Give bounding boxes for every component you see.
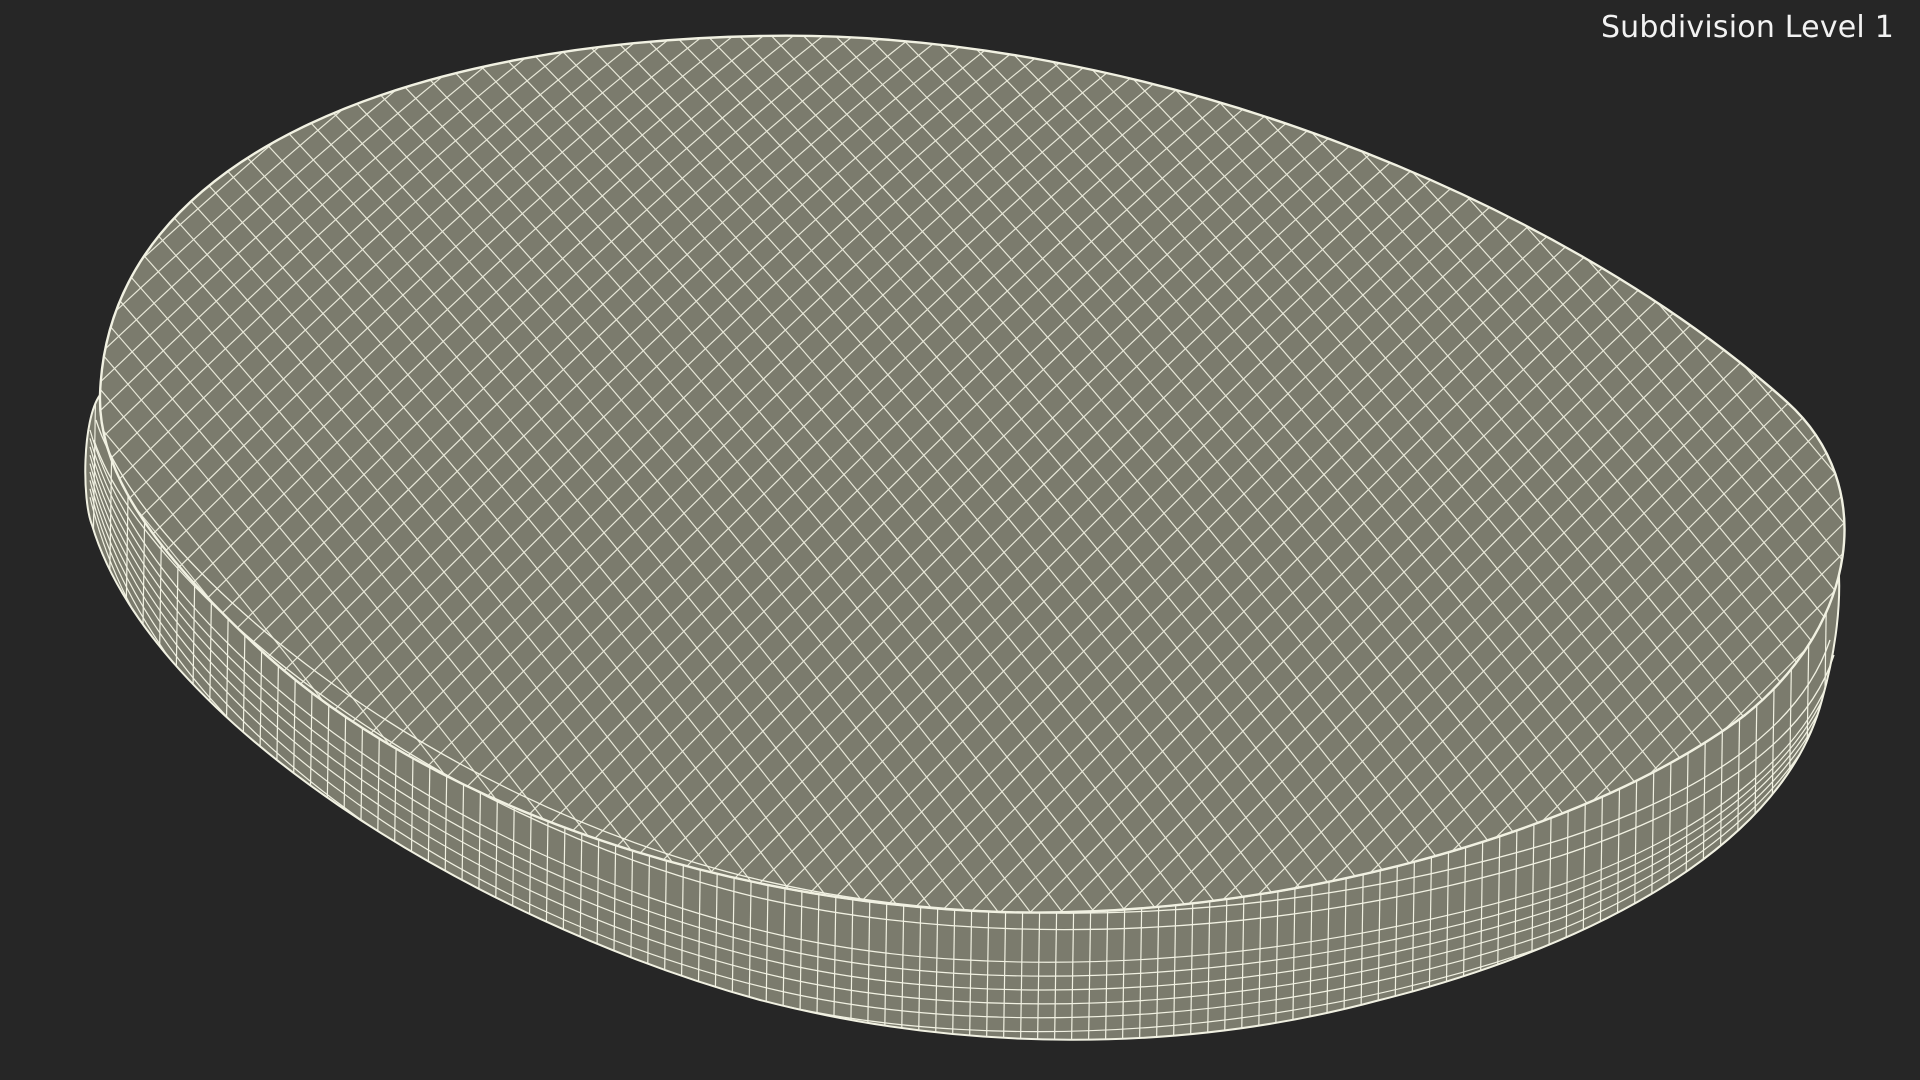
wire-edge [0, 0, 4, 1080]
wire-edge [1850, 0, 1920, 1080]
wire-edge [68, 300, 80, 1080]
wire-edge [1835, 395, 1840, 1040]
wire-edge [0, 0, 60, 1080]
wire-edge [1910, 0, 1920, 1080]
wire-edge [0, 0, 68, 1080]
wire-edge [1880, 0, 1920, 1080]
3d-viewport[interactable]: Subdivision Level 1 [0, 0, 1920, 1080]
subdivision-level-label: Subdivision Level 1 [1600, 10, 1894, 45]
wire-edge [1856, 0, 1920, 1080]
wireframe-mesh[interactable] [0, 0, 1920, 1080]
wire-edge [99, 35, 101, 913]
wire-edge [0, 0, 30, 1080]
wire-edge [1888, 0, 1920, 1080]
wire-edge [0, 0, 36, 1080]
wire-edge [0, 0, 90, 1080]
